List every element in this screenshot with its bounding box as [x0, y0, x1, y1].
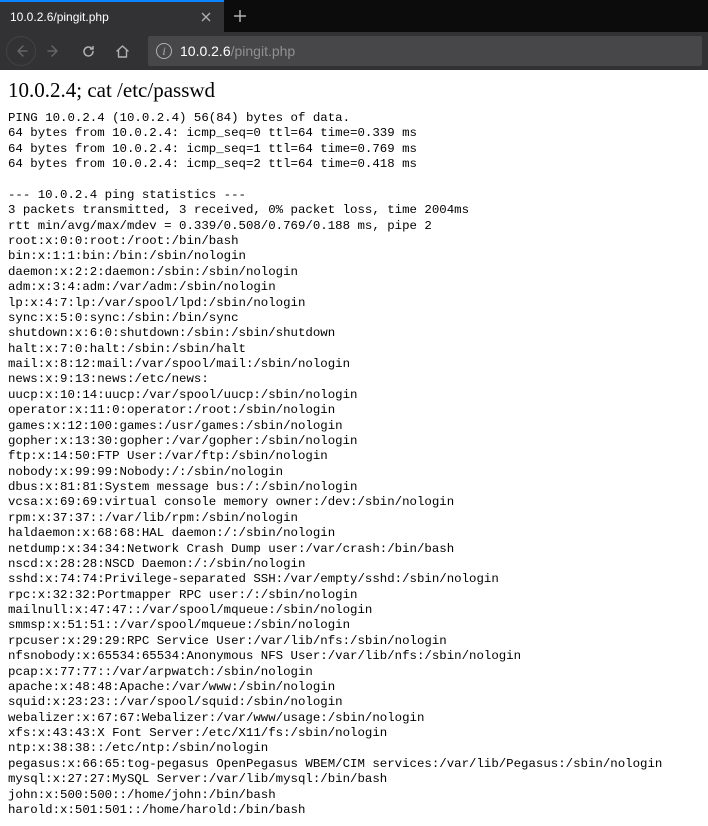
url-host: 10.0.2.6 [180, 43, 231, 59]
new-tab-button[interactable] [224, 0, 256, 32]
forward-button[interactable] [38, 35, 70, 67]
browser-chrome: 10.0.2.6/pingit.php i 10.0.2.6/pingit.ph… [0, 0, 708, 70]
reload-button[interactable] [72, 35, 104, 67]
command-output: PING 10.0.2.4 (10.0.2.4) 56(84) bytes of… [8, 111, 700, 818]
browser-tab[interactable]: 10.0.2.6/pingit.php [0, 0, 224, 32]
back-button[interactable] [6, 36, 36, 66]
home-button[interactable] [106, 35, 138, 67]
url-path: /pingit.php [231, 43, 296, 59]
page-content: 10.0.2.4; cat /etc/passwd PING 10.0.2.4 … [0, 70, 708, 826]
url-text: 10.0.2.6/pingit.php [180, 43, 295, 59]
tab-bar: 10.0.2.6/pingit.php [0, 0, 708, 32]
nav-bar: i 10.0.2.6/pingit.php [0, 32, 708, 70]
close-tab-icon[interactable] [198, 9, 214, 25]
url-bar[interactable]: i 10.0.2.6/pingit.php [148, 36, 702, 66]
tab-title: 10.0.2.6/pingit.php [10, 10, 109, 24]
page-heading: 10.0.2.4; cat /etc/passwd [8, 78, 700, 103]
site-info-icon[interactable]: i [156, 43, 172, 59]
